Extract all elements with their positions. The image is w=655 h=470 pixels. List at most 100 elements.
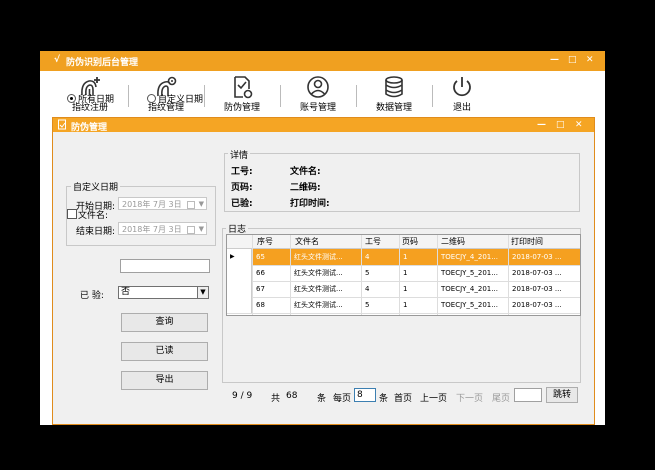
row-header[interactable] xyxy=(227,281,252,297)
table-row[interactable]: ▶ 65 红头文件测试... 4 1 TOECJY_4_201... 2018-07-03 … xyxy=(227,249,580,266)
end-date-picker[interactable]: 2018年 7月 3日 ▼ xyxy=(118,222,207,235)
verified-info-label: 已验: xyxy=(231,199,253,209)
radio-all-dates-label: 所有日期 xyxy=(78,95,115,105)
verified-label: 已 验: xyxy=(80,291,104,301)
table-cell: 红头文件测试... xyxy=(294,285,343,293)
table-cell: 4 xyxy=(365,253,370,261)
radio-custom-date[interactable]: 自定义日期 xyxy=(147,92,203,105)
table-cell: 红头文件测试... xyxy=(294,301,343,309)
col-header-job-no[interactable]: 工号 xyxy=(365,235,381,249)
doc-check-icon xyxy=(234,76,253,99)
col-header-filename[interactable]: 文件名 xyxy=(295,235,319,249)
toolbar-divider xyxy=(128,85,129,107)
per-page-unit: 条 xyxy=(379,394,389,404)
radio-custom-date-label: 自定义日期 xyxy=(158,95,204,105)
end-date-label: 结束日期: xyxy=(76,227,116,237)
table-row[interactable]: 67 红头文件测试... 4 1 TOECJY_4_201... 2018-07-03 .… xyxy=(227,281,580,298)
table-cell: 2018-07-03 ... xyxy=(512,285,562,293)
total-label: 共 xyxy=(271,394,281,404)
row-header[interactable]: ▶ xyxy=(227,249,252,265)
doc-icon xyxy=(58,119,66,130)
child-titlebar[interactable]: 防伪管理 — □ ✕ xyxy=(53,118,594,133)
total-unit: 条 xyxy=(317,394,327,404)
toolbar-label: 退出 xyxy=(452,103,471,113)
radio-all-dates[interactable]: 所有日期 xyxy=(67,92,114,105)
filename-input[interactable] xyxy=(120,259,210,273)
row-header[interactable] xyxy=(227,265,252,281)
filename-checkbox[interactable]: 文件名: xyxy=(67,208,108,221)
start-date-value: 2018年 7月 3日 xyxy=(122,200,182,209)
close-button[interactable]: ✕ xyxy=(586,55,594,65)
col-header-print-time[interactable]: 打印时间 xyxy=(511,235,543,249)
end-date-checkbox[interactable] xyxy=(187,226,195,234)
start-date-checkbox[interactable] xyxy=(187,201,195,209)
chevron-down-icon: ▼ xyxy=(198,225,204,233)
table-cell: 68 xyxy=(256,301,265,309)
query-button[interactable]: 查询 xyxy=(121,313,208,332)
account-manage-button[interactable]: 账号管理 xyxy=(290,75,346,115)
log-table[interactable]: 序号 文件名 工号 页码 二维码 打印时间 ▶ 65 红头文件测试... 4 1 TOEC… xyxy=(226,234,581,316)
chevron-down-icon: ▼ xyxy=(198,200,204,208)
custom-date-group-title: 自定义日期 xyxy=(71,180,121,193)
table-cell: 65 xyxy=(256,253,265,261)
first-page-link[interactable]: 首页 xyxy=(394,391,412,404)
radio-circle xyxy=(67,94,76,103)
child-title: 防伪管理 xyxy=(71,123,108,133)
table-cell: 1 xyxy=(403,269,408,277)
minimize-button[interactable]: — xyxy=(550,55,559,65)
user-icon xyxy=(307,76,329,98)
toolbar-label: 数据管理 xyxy=(375,103,412,113)
child-close-button[interactable]: ✕ xyxy=(575,120,583,130)
table-cell: TOECJY_5_201... xyxy=(441,301,498,309)
export-button[interactable]: 导出 xyxy=(121,371,208,390)
data-manage-button[interactable]: 数据管理 xyxy=(366,75,422,115)
table-cell: TOECJY_4_201... xyxy=(441,285,498,293)
col-header-index[interactable]: 序号 xyxy=(257,235,273,249)
database-icon xyxy=(385,76,403,98)
jump-button[interactable]: 跳转 xyxy=(546,387,578,403)
toolbar-divider xyxy=(432,85,433,107)
verified-select-value: 否 xyxy=(121,287,131,297)
print-time-label: 打印时间: xyxy=(290,199,330,209)
col-header-qr[interactable]: 二维码 xyxy=(441,235,465,249)
mark-read-button[interactable]: 已读 xyxy=(121,342,208,361)
maximize-button[interactable]: □ xyxy=(568,55,577,65)
col-divider xyxy=(399,235,400,315)
prev-page-link[interactable]: 上一页 xyxy=(420,391,447,404)
chevron-down-icon: ▼ xyxy=(197,287,208,298)
details-group-title: 详情 xyxy=(228,148,251,161)
col-header-page[interactable]: 页码 xyxy=(402,235,418,249)
start-date-picker[interactable]: 2018年 7月 3日 ▼ xyxy=(118,197,207,210)
table-cell: 红头文件测试... xyxy=(294,269,343,277)
table-cell: 5 xyxy=(365,269,370,277)
table-cell: TOECJY_5_201... xyxy=(441,269,498,277)
table-row[interactable]: 66 红头文件测试... 5 1 TOECJY_5_201... 2018-07-03 .… xyxy=(227,265,580,282)
jump-page-input[interactable] xyxy=(514,388,542,402)
total-count: 68 xyxy=(286,391,298,401)
anticounterfeit-manage-button[interactable]: 防伪管理 xyxy=(214,75,270,115)
page-indicator: 9 / 9 xyxy=(232,391,253,401)
exit-button[interactable]: 退出 xyxy=(434,75,490,115)
table-cell: 红头文件测试... xyxy=(294,253,343,261)
table-cell: 1 xyxy=(403,301,408,309)
verified-select[interactable]: 否 ▼ xyxy=(118,286,209,299)
checkbox-box xyxy=(67,209,77,219)
col-divider xyxy=(290,235,291,315)
child-maximize-button[interactable]: □ xyxy=(556,120,565,130)
filename-label: 文件名: xyxy=(78,211,109,221)
last-page-link[interactable]: 尾页 xyxy=(492,391,510,404)
toolbar-divider xyxy=(280,85,281,107)
table-cell: 67 xyxy=(256,285,265,293)
per-page-input[interactable]: 8 xyxy=(354,388,376,402)
child-minimize-button[interactable]: — xyxy=(537,120,546,130)
window-titlebar[interactable]: √ 防伪识别后台管理 — □ ✕ xyxy=(40,51,605,71)
qr-code-label: 二维码: xyxy=(290,183,321,193)
window-title: 防伪识别后台管理 xyxy=(66,58,139,68)
table-row[interactable]: 68 红头文件测试... 5 1 TOECJY_5_201... 2018-07-03 .… xyxy=(227,297,580,314)
toolbar-divider xyxy=(204,85,205,107)
next-page-link[interactable]: 下一页 xyxy=(456,391,483,404)
table-cell: 1 xyxy=(403,285,408,293)
toolbar-label: 账号管理 xyxy=(299,103,336,113)
col-divider xyxy=(361,235,362,315)
row-header[interactable] xyxy=(227,297,252,313)
